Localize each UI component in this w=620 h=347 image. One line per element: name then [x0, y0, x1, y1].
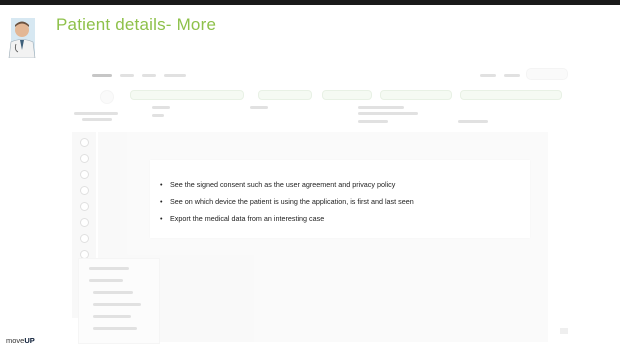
feature-list: • See the signed consent such as the user…: [156, 176, 414, 227]
list-item: • Export the medical data from an interes…: [160, 214, 325, 223]
doctor-avatar-icon: [5, 18, 39, 59]
scroll-corner: [560, 328, 568, 334]
slide-title: Patient details- More: [56, 15, 217, 34]
moveup-logo: moveUP: [6, 336, 35, 345]
app-sub-menu: [78, 258, 160, 344]
list-item: • See the signed consent such as the user…: [160, 180, 396, 189]
list-item: • See on which device the patient is usin…: [160, 197, 414, 206]
info-card: • See the signed consent such as the user…: [150, 160, 530, 238]
app-header: [60, 62, 570, 80]
top-border: [0, 0, 620, 5]
slide: Patient details- More • See the signed c…: [0, 0, 620, 347]
